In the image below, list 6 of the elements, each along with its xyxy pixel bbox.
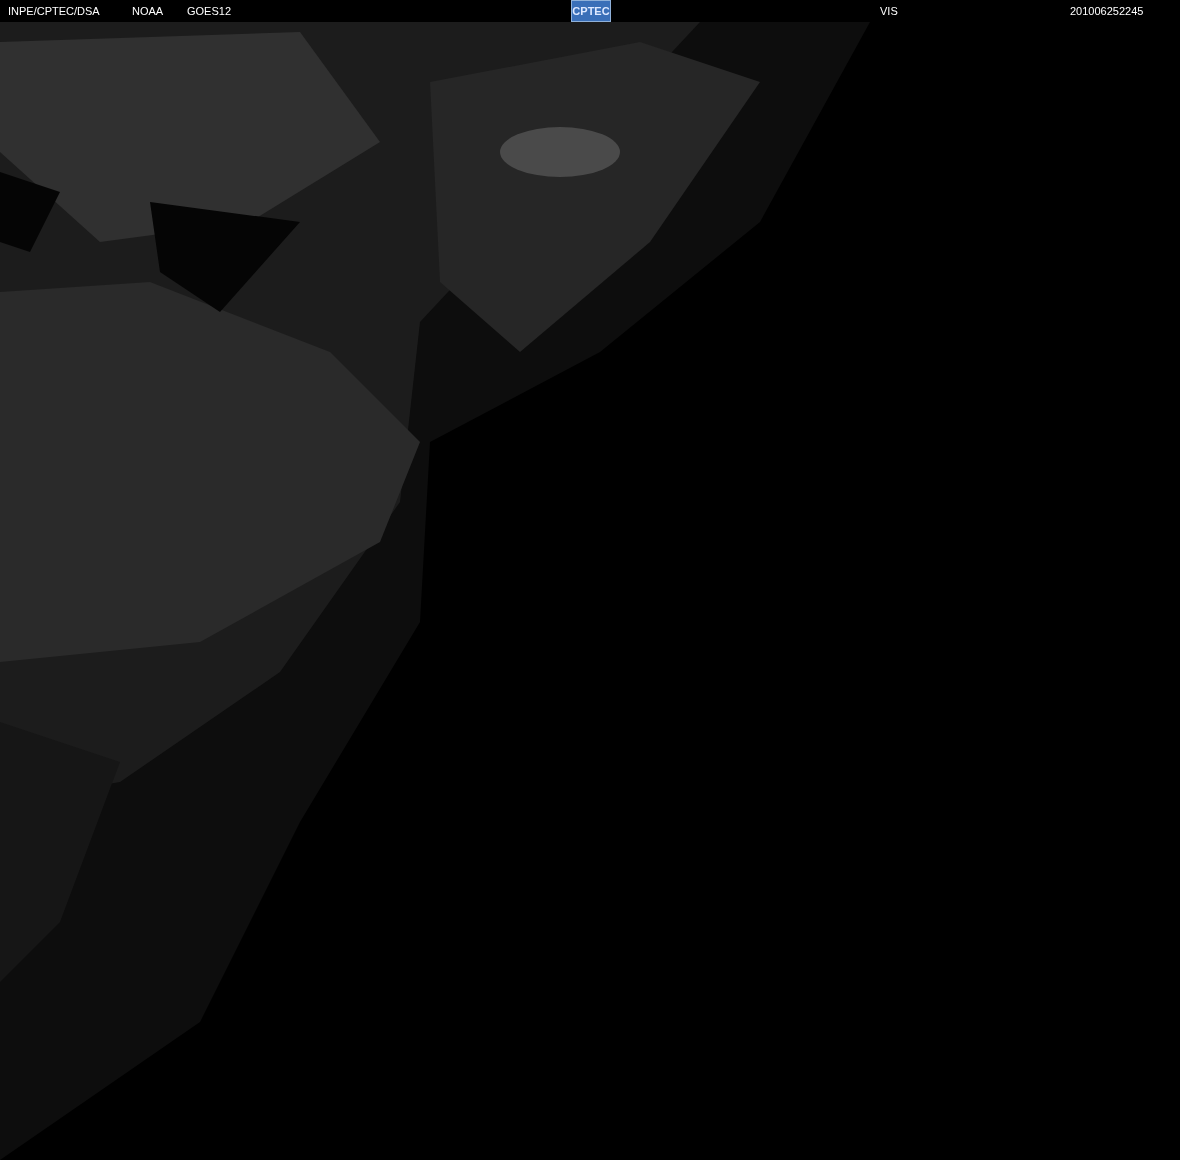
satellite-label: GOES12 [187,3,233,19]
timestamp: 201006252245 [1070,3,1144,19]
agency-label: INPE/CPTEC/DSA [8,3,101,19]
logo: CPTEC [571,0,611,22]
agency-label: NOAA [132,3,165,19]
channel-label: VIS [880,3,899,19]
